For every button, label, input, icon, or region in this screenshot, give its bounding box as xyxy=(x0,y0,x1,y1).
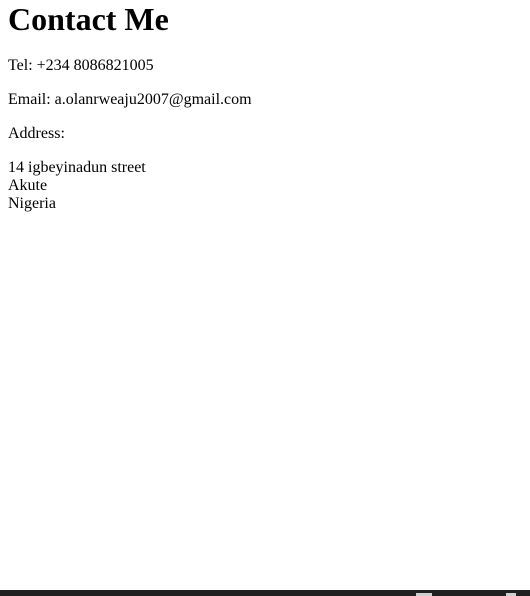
email-text: Email: a.olanrweaju2007@gmail.com xyxy=(8,91,252,108)
taskbar-strip xyxy=(0,590,530,596)
page-title: Contact Me xyxy=(8,1,169,37)
address-label: Address: xyxy=(8,125,65,142)
address-line-city: Akute xyxy=(8,177,48,194)
address-line-street: 14 igbeyinadun street xyxy=(8,159,146,176)
contact-content: Contact Me Tel: +234 8086821005 Email: a… xyxy=(8,0,522,213)
address-block: 14 igbeyinadun street Akute Nigeria xyxy=(8,159,522,213)
telephone-text: Tel: +234 8086821005 xyxy=(8,57,154,74)
contact-page: Contact Me Tel: +234 8086821005 Email: a… xyxy=(0,0,530,596)
address-line-country: Nigeria xyxy=(8,195,56,212)
